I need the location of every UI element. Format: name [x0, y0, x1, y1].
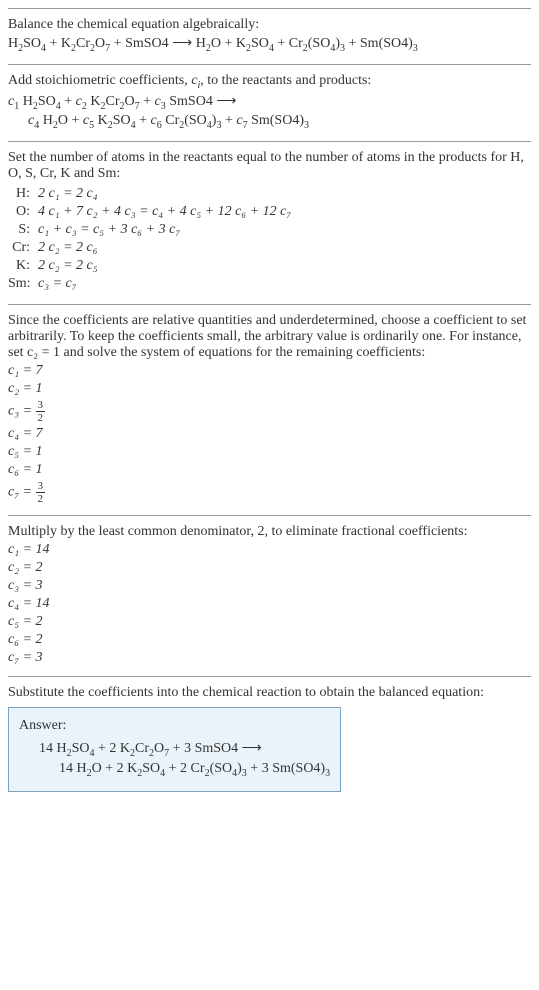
- atom-label: K:: [8, 258, 38, 274]
- section-solve-fractional: Since the coefficients are relative quan…: [8, 304, 531, 515]
- atom-row-cr: Cr: 2 c₂ = 2 c₆: [8, 240, 531, 256]
- atom-row-o: O: 4 c₁ + 7 c₂ + 4 c₃ = c₄ + 4 c₅ + 12 c…: [8, 204, 531, 220]
- coef-c4: c₄ = 7: [8, 426, 531, 442]
- coef-c2: c₂ = 1: [8, 381, 531, 397]
- atom-eq: 2 c₂ = 2 c₅: [38, 258, 531, 274]
- coef-c7: c₇ = 32: [8, 480, 531, 505]
- atom-row-s: S: c₁ + c₃ = c₅ + 3 c₆ + 3 c₇: [8, 222, 531, 238]
- coef-c3: c₃ = 32: [8, 399, 531, 424]
- section-multiply: Multiply by the least common denominator…: [8, 515, 531, 676]
- stoich-equation-line2: c4 H2O + c5 K2SO4 + c6 Cr2(SO4)3 + c7 Sm…: [8, 113, 531, 131]
- atom-eq: 4 c₁ + 7 c₂ + 4 c₃ = c₄ + 4 c₅ + 12 c₆ +…: [38, 204, 531, 220]
- fraction: 32: [36, 399, 46, 424]
- intro-text: Add stoichiometric coefficients, ci, to …: [8, 73, 531, 91]
- coef-c5: c₅ = 2: [8, 614, 531, 630]
- coef-c5: c₅ = 1: [8, 444, 531, 460]
- atom-row-h: H: 2 c₁ = 2 c₄: [8, 186, 531, 202]
- stoich-equation-line1: c1 H2SO4 + c2 K2Cr2O7 + c3 SmSO4 ⟶: [8, 93, 531, 112]
- intro-text: Multiply by the least common denominator…: [8, 524, 531, 540]
- unbalanced-equation: H2SO4 + K2Cr2O7 + SmSO4 ⟶ H2O + K2SO4 + …: [8, 35, 531, 54]
- coef-c1: c₁ = 7: [8, 363, 531, 379]
- section-atom-equations: Set the number of atoms in the reactants…: [8, 141, 531, 304]
- balanced-equation-line2: 14 H2O + 2 K2SO4 + 2 Cr2(SO4)3 + 3 Sm(SO…: [19, 761, 330, 779]
- atom-label: H:: [8, 186, 38, 202]
- atom-eq: 2 c₁ = 2 c₄: [38, 186, 531, 202]
- coef-c6: c₆ = 2: [8, 632, 531, 648]
- section-answer: Substitute the coefficients into the che…: [8, 676, 531, 800]
- atom-eq: c₃ = c₇: [38, 276, 531, 292]
- section-stoichiometric: Add stoichiometric coefficients, ci, to …: [8, 64, 531, 141]
- atom-row-k: K: 2 c₂ = 2 c₅: [8, 258, 531, 274]
- coef-c6: c₆ = 1: [8, 462, 531, 478]
- atom-table: H: 2 c₁ = 2 c₄ O: 4 c₁ + 7 c₂ + 4 c₃ = c…: [8, 186, 531, 292]
- answer-box: Answer: 14 H2SO4 + 2 K2Cr2O7 + 3 SmSO4 ⟶…: [8, 707, 341, 792]
- atom-eq: 2 c₂ = 2 c₆: [38, 240, 531, 256]
- atom-eq: c₁ + c₃ = c₅ + 3 c₆ + 3 c₇: [38, 222, 531, 238]
- coef-c4: c₄ = 14: [8, 596, 531, 612]
- atom-label: Cr:: [8, 240, 38, 256]
- atom-label: O:: [8, 204, 38, 220]
- coef-c1: c₁ = 14: [8, 542, 531, 558]
- intro-text: Substitute the coefficients into the che…: [8, 685, 531, 701]
- coef-c7: c₇ = 3: [8, 650, 531, 666]
- answer-label: Answer:: [19, 718, 330, 734]
- balanced-equation-line1: 14 H2SO4 + 2 K2Cr2O7 + 3 SmSO4 ⟶: [19, 740, 330, 759]
- fraction: 32: [36, 480, 46, 505]
- section-unbalanced: Balance the chemical equation algebraica…: [8, 8, 531, 64]
- coef-c3: c₃ = 3: [8, 578, 531, 594]
- atom-label: Sm:: [8, 276, 38, 292]
- atom-label: S:: [8, 222, 38, 238]
- intro-text: Set the number of atoms in the reactants…: [8, 150, 531, 182]
- coef-c2: c₂ = 2: [8, 560, 531, 576]
- intro-text: Balance the chemical equation algebraica…: [8, 17, 531, 33]
- intro-text: Since the coefficients are relative quan…: [8, 313, 531, 361]
- atom-row-sm: Sm: c₃ = c₇: [8, 276, 531, 292]
